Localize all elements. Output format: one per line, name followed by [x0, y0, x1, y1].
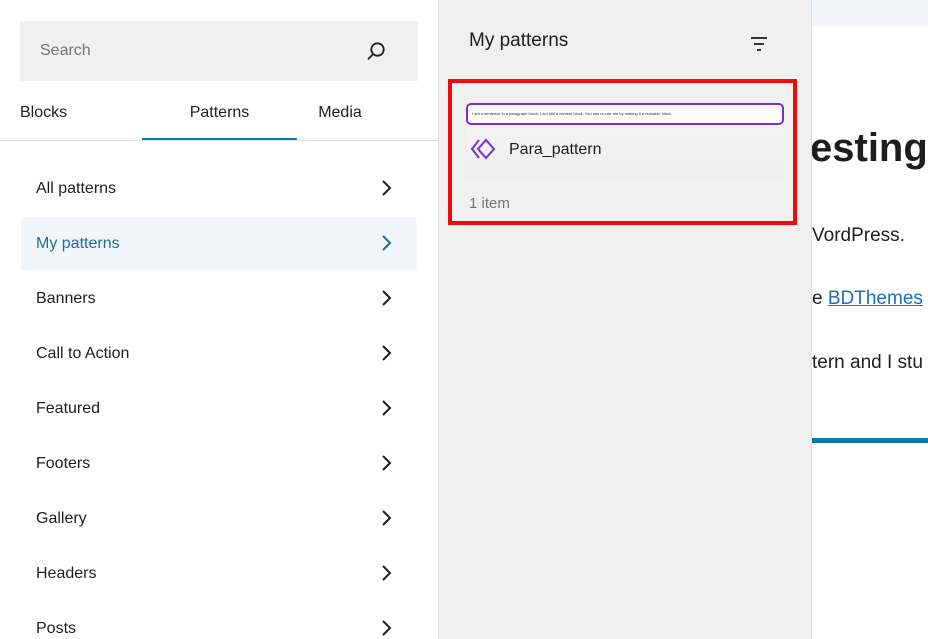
- bdthemes-link[interactable]: BDThemes: [828, 288, 923, 309]
- chevron-right-icon: [382, 400, 392, 416]
- category-banners[interactable]: Banners: [21, 272, 417, 325]
- editor-canvas: esting VordPress. e BDThemes tern and I …: [812, 0, 928, 639]
- block-inserter-panel: Blocks Patterns Media All patterns My pa…: [0, 0, 439, 639]
- chevron-right-icon: [382, 290, 392, 306]
- category-footers[interactable]: Footers: [21, 437, 417, 490]
- pattern-card[interactable]: I am a sentence in a paragraph block. I …: [466, 103, 784, 179]
- inserter-tabs: Blocks Patterns Media: [0, 88, 439, 141]
- chevron-right-icon: [382, 180, 392, 196]
- chevron-right-icon: [382, 455, 392, 471]
- category-my-patterns[interactable]: My patterns: [21, 217, 417, 270]
- tab-patterns[interactable]: Patterns: [142, 88, 297, 140]
- paragraph-3[interactable]: tern and I stu: [812, 352, 923, 374]
- category-headers[interactable]: Headers: [21, 547, 417, 600]
- synced-pattern-icon: [470, 137, 496, 161]
- search-input[interactable]: [20, 21, 360, 81]
- filter-icon[interactable]: [748, 34, 770, 54]
- post-heading[interactable]: esting: [812, 126, 928, 171]
- pattern-category-list: All patterns My patterns Banners Call to…: [21, 162, 417, 639]
- chevron-right-icon: [382, 565, 392, 581]
- category-label: Banners: [36, 290, 96, 307]
- pattern-explorer-panel: My patterns I am a sentence in a paragra…: [439, 0, 812, 639]
- category-all-patterns[interactable]: All patterns: [21, 162, 417, 215]
- item-count: 1 item: [469, 195, 510, 212]
- pattern-name: Para_pattern: [509, 141, 602, 158]
- category-gallery[interactable]: Gallery: [21, 492, 417, 545]
- search-box: [20, 21, 418, 81]
- pattern-preview: I am a sentence in a paragraph block. I …: [466, 103, 784, 125]
- paragraph-2-text: e: [812, 288, 828, 309]
- search-icon[interactable]: [364, 39, 388, 63]
- category-label: My patterns: [36, 235, 120, 252]
- tab-media[interactable]: Media: [297, 88, 383, 140]
- panel-title: My patterns: [469, 30, 569, 51]
- separator-block: [812, 438, 928, 443]
- category-label: Gallery: [36, 510, 87, 527]
- chevron-right-icon: [382, 235, 392, 251]
- category-call-to-action[interactable]: Call to Action: [21, 327, 417, 380]
- paragraph-1[interactable]: VordPress.: [812, 225, 905, 247]
- category-label: All patterns: [36, 180, 117, 197]
- category-label: Headers: [36, 565, 97, 582]
- category-posts[interactable]: Posts: [21, 602, 417, 639]
- editor-toolbar-strip: [812, 0, 928, 26]
- chevron-right-icon: [382, 510, 392, 526]
- category-featured[interactable]: Featured: [21, 382, 417, 435]
- tab-blocks[interactable]: Blocks: [0, 88, 142, 140]
- paragraph-2[interactable]: e BDThemes: [812, 288, 923, 310]
- category-label: Footers: [36, 455, 91, 472]
- category-label: Featured: [36, 400, 101, 417]
- category-label: Call to Action: [36, 345, 130, 362]
- chevron-right-icon: [382, 620, 392, 636]
- chevron-right-icon: [382, 345, 392, 361]
- category-label: Posts: [36, 620, 77, 637]
- app-window: Blocks Patterns Media All patterns My pa…: [0, 0, 928, 639]
